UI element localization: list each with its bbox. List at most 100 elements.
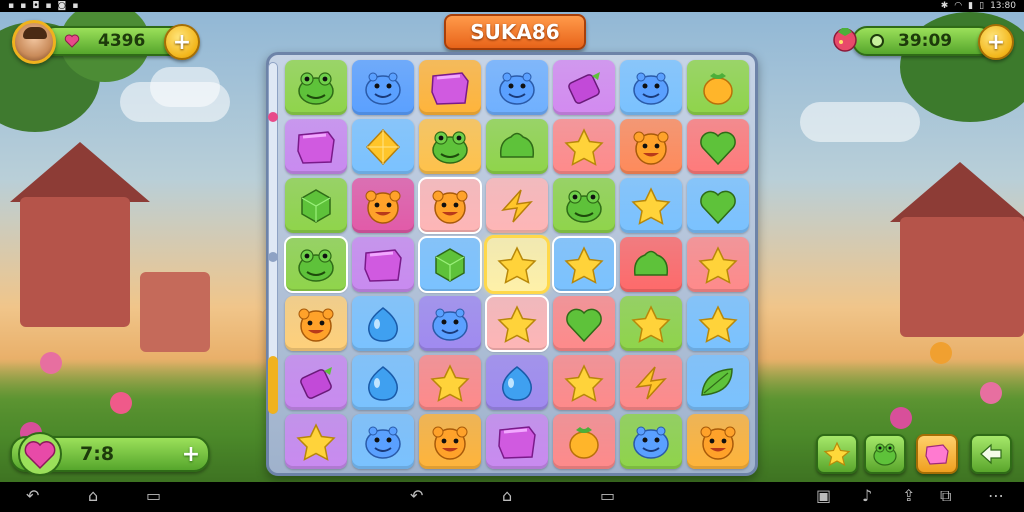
status-notifications: ▪ ▪ ◘ ▪ ◙ ▪ — [8, 0, 78, 12]
rail-top-marker — [268, 112, 278, 122]
tile-bolt[interactable] — [486, 178, 548, 233]
home-icon[interactable]: ⌂ — [88, 486, 98, 505]
tile-cube[interactable] — [486, 414, 548, 469]
tile-star[interactable] — [687, 237, 749, 292]
tile-gem[interactable] — [418, 236, 482, 293]
heart-icon — [700, 190, 736, 224]
tile-star[interactable] — [553, 119, 615, 174]
tile-heart[interactable] — [687, 178, 749, 233]
status-system: ✱ ◠ ▮ ▯ 13:80 — [941, 0, 1016, 12]
star-booster-button[interactable] — [816, 434, 858, 474]
tile-candy[interactable] — [553, 60, 615, 115]
music-icon[interactable]: ♪ — [862, 486, 872, 505]
tile-star[interactable] — [553, 355, 615, 410]
tile-drop[interactable] — [486, 355, 548, 410]
bolt-icon — [635, 365, 667, 400]
tile-cube[interactable] — [419, 60, 481, 115]
tile-bear[interactable] — [419, 414, 481, 469]
blob-icon — [499, 132, 535, 158]
star-icon — [430, 363, 470, 402]
star-icon — [497, 245, 537, 284]
cube-icon — [297, 130, 335, 164]
tile-blob[interactable] — [620, 237, 682, 292]
tile-frog[interactable] — [284, 236, 348, 293]
tile-candy[interactable] — [285, 355, 347, 410]
frog-icon — [298, 71, 334, 105]
tile-fruit[interactable] — [687, 60, 749, 115]
tile-hippo[interactable] — [419, 296, 481, 351]
score-value: 4396 — [98, 31, 146, 51]
frog-booster-button[interactable] — [864, 434, 906, 474]
more-icon[interactable]: ⋯ — [988, 486, 1004, 505]
tile-bear[interactable] — [352, 178, 414, 233]
tile-cube[interactable] — [285, 119, 347, 174]
tile-bolt[interactable] — [620, 355, 682, 410]
tile-frog[interactable] — [419, 119, 481, 174]
tile-star[interactable] — [485, 295, 549, 352]
tile-drop[interactable] — [352, 296, 414, 351]
tile-hippo[interactable] — [620, 60, 682, 115]
heart-icon — [566, 308, 602, 342]
timer-pill: 39:09 — [852, 26, 994, 56]
tile-bear[interactable] — [285, 296, 347, 351]
star-icon — [631, 304, 671, 343]
candy-icon — [300, 366, 332, 399]
tile-star[interactable] — [484, 235, 550, 294]
tile-hippo[interactable] — [352, 60, 414, 115]
arrow-icon — [980, 443, 1002, 465]
tile-hippo[interactable] — [352, 414, 414, 469]
screenshot-icon[interactable]: ▣ — [816, 486, 831, 505]
tile-hippo[interactable] — [486, 60, 548, 115]
tile-bear[interactable] — [687, 414, 749, 469]
back-icon[interactable]: ↶ — [26, 486, 39, 505]
tile-bear[interactable] — [620, 119, 682, 174]
arrow-booster-button[interactable] — [970, 434, 1012, 474]
tile-hippo[interactable] — [620, 414, 682, 469]
tile-star[interactable] — [419, 355, 481, 410]
tile-star[interactable] — [552, 236, 616, 293]
tile-frog[interactable] — [553, 178, 615, 233]
tile-blob[interactable] — [486, 119, 548, 174]
cube-icon — [925, 444, 949, 465]
recents-icon[interactable]: ▭ — [600, 486, 615, 505]
tile-heart[interactable] — [687, 119, 749, 174]
drop-icon — [368, 365, 398, 401]
cube-icon — [364, 248, 402, 282]
add-time-button[interactable]: + — [978, 24, 1014, 60]
add-lives-button[interactable]: + — [176, 440, 206, 468]
tile-cube[interactable] — [352, 237, 414, 292]
tile-diamond[interactable] — [352, 119, 414, 174]
player-avatar[interactable] — [12, 20, 56, 64]
tile-star[interactable] — [620, 178, 682, 233]
cast-icon[interactable]: ⧉ — [940, 486, 951, 506]
tile-fruit[interactable] — [553, 414, 615, 469]
tile-gem[interactable] — [285, 178, 347, 233]
tile-drop[interactable] — [352, 355, 414, 410]
tile-grid — [284, 60, 751, 470]
bear-icon — [365, 190, 401, 224]
notification-icon: ◙ — [57, 1, 67, 11]
heart-icon — [18, 432, 62, 476]
back-icon[interactable]: ↶ — [410, 486, 423, 505]
star-icon — [564, 245, 604, 284]
timer-value: 39:09 — [898, 31, 953, 51]
tile-heart[interactable] — [553, 296, 615, 351]
tile-star[interactable] — [687, 296, 749, 351]
add-score-button[interactable]: + — [164, 24, 200, 60]
cube-booster-button[interactable] — [916, 434, 958, 474]
tile-star[interactable] — [285, 414, 347, 469]
star-icon — [564, 127, 604, 166]
fruit-icon — [703, 72, 733, 105]
tile-bear[interactable] — [418, 177, 482, 234]
bear-icon — [633, 131, 669, 165]
recents-icon[interactable]: ▭ — [146, 486, 161, 505]
home-icon[interactable]: ⌂ — [502, 486, 512, 505]
tile-frog[interactable] — [285, 60, 347, 115]
share-icon[interactable]: ⇪ — [902, 486, 915, 505]
drop-icon — [368, 306, 398, 342]
tile-star[interactable] — [620, 296, 682, 351]
wifi-icon: ◠ — [954, 1, 963, 11]
tile-leaf[interactable] — [687, 355, 749, 410]
heart-icon — [700, 131, 736, 165]
star-icon — [564, 363, 604, 402]
